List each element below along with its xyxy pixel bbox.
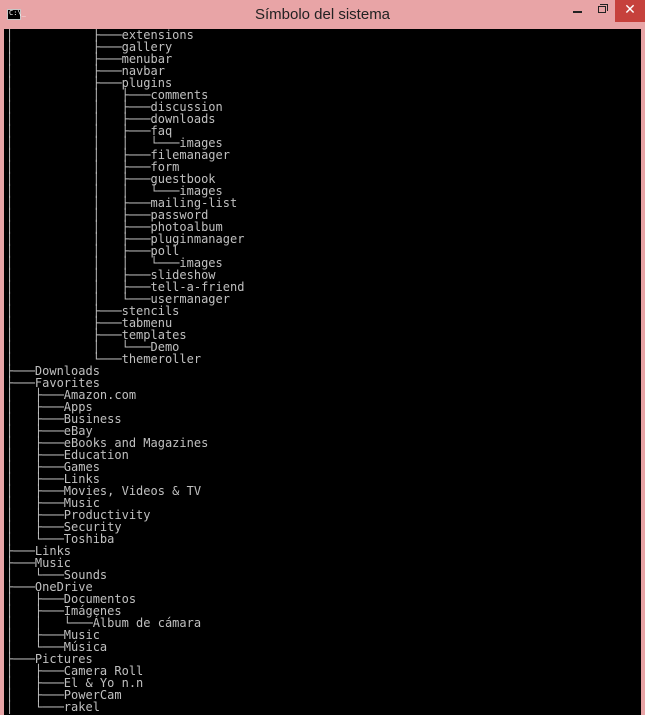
console-window: C:\_ Símbolo del sistema ✕ │ ├───extensi… bbox=[0, 0, 645, 715]
maximize-button[interactable] bbox=[592, 0, 614, 22]
minimize-button[interactable] bbox=[566, 0, 588, 22]
minimize-icon bbox=[573, 11, 582, 13]
directory-tree: │ ├───extensions │ ├───gallery │ ├───menub… bbox=[6, 29, 244, 713]
console-line: │ └───rakel bbox=[6, 700, 100, 714]
title-bar[interactable]: C:\_ Símbolo del sistema ✕ bbox=[0, 0, 645, 29]
window-title: Símbolo del sistema bbox=[254, 6, 391, 23]
close-icon: ✕ bbox=[624, 2, 636, 18]
console-output[interactable]: │ ├───extensions │ ├───gallery │ ├───menub… bbox=[4, 29, 641, 715]
close-button[interactable]: ✕ bbox=[615, 0, 645, 22]
